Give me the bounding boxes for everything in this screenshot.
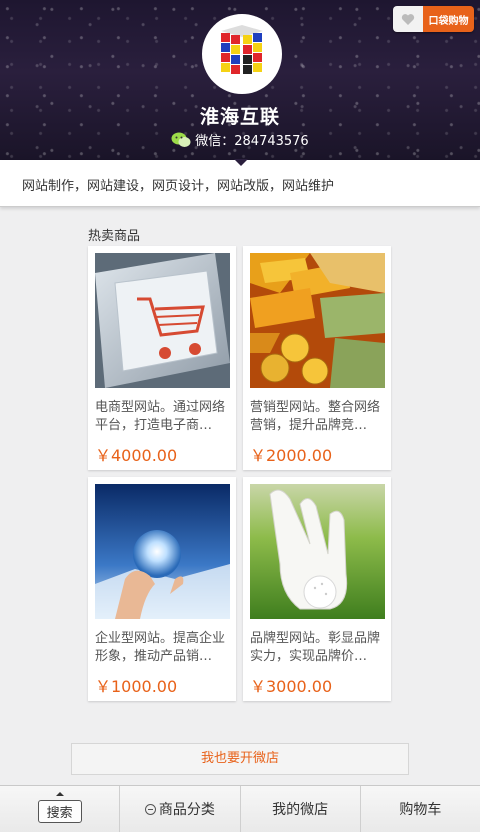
product-card[interactable]: 电商型网站。通过网络平台，打造电子商… ￥4000.00: [88, 246, 236, 470]
open-store-button[interactable]: 我也要开微店: [71, 743, 409, 775]
product-description: 营销型网站。整合网络营销，提升品牌竞…: [250, 400, 381, 433]
nav-categories-label: 商品分类: [158, 802, 215, 818]
bottom-nav: 搜索 商品分类 我的微店 购物车: [0, 785, 480, 832]
section-title: 热卖商品: [88, 229, 141, 244]
wechat-id: 微信：284743576: [0, 130, 480, 149]
pocket-shopping-label: 口袋购物: [423, 6, 474, 32]
nav-cart[interactable]: 购物车: [359, 786, 480, 832]
product-price: ￥2000.00: [250, 446, 333, 465]
product-image[interactable]: [95, 253, 230, 388]
product-card[interactable]: 企业型网站。提高企业形象，推动产品销… ￥1000.00: [88, 477, 236, 701]
product-price: ￥3000.00: [250, 677, 333, 696]
nav-categories[interactable]: 商品分类: [119, 786, 239, 832]
product-price: ￥1000.00: [95, 677, 178, 696]
golf-glove-image: [250, 484, 385, 619]
intro-caret: [234, 159, 248, 166]
nav-my-store-label: 我的微店: [272, 802, 329, 818]
product-image[interactable]: [95, 484, 230, 619]
intro-text: 网站制作，网站建设，网页设计，网站改版，网站维护: [22, 179, 335, 194]
rubiks-cube-icon: [205, 17, 279, 91]
product-description: 品牌型网站。彰显品牌实力，实现品牌价…: [250, 631, 381, 664]
shop-header: 淮海互联 微信：284743576 口袋购物: [0, 0, 480, 160]
search-button[interactable]: 搜索: [37, 799, 82, 823]
caret-up-icon: [56, 792, 64, 796]
product-card[interactable]: 品牌型网站。彰显品牌实力，实现品牌价… ￥3000.00: [243, 477, 391, 701]
product-card[interactable]: 营销型网站。整合网络营销，提升品牌竞… ￥2000.00: [243, 246, 391, 470]
shop-avatar[interactable]: [202, 14, 282, 94]
hand-globe-image: [95, 484, 230, 619]
wechat-icon: [171, 132, 191, 147]
gold-bars-image: [250, 253, 385, 388]
nav-cart-label: 购物车: [399, 802, 442, 818]
shopping-cart-key-image: [95, 253, 230, 388]
product-price: ￥4000.00: [95, 446, 178, 465]
nav-search[interactable]: 搜索: [0, 786, 119, 832]
product-description: 企业型网站。提高企业形象，推动产品销…: [95, 631, 226, 664]
wechat-label: 微信：284743576: [195, 134, 309, 149]
nav-my-store[interactable]: 我的微店: [239, 786, 360, 832]
heart-icon: [393, 6, 423, 32]
pocket-shopping-badge[interactable]: 口袋购物: [393, 6, 474, 32]
product-image[interactable]: [250, 253, 385, 388]
product-description: 电商型网站。通过网络平台，打造电子商…: [95, 400, 226, 433]
category-icon: [144, 803, 156, 815]
product-image[interactable]: [250, 484, 385, 619]
shop-name: 淮海互联: [199, 106, 280, 128]
shop-intro: 网站制作，网站建设，网页设计，网站改版，网站维护: [0, 159, 480, 207]
